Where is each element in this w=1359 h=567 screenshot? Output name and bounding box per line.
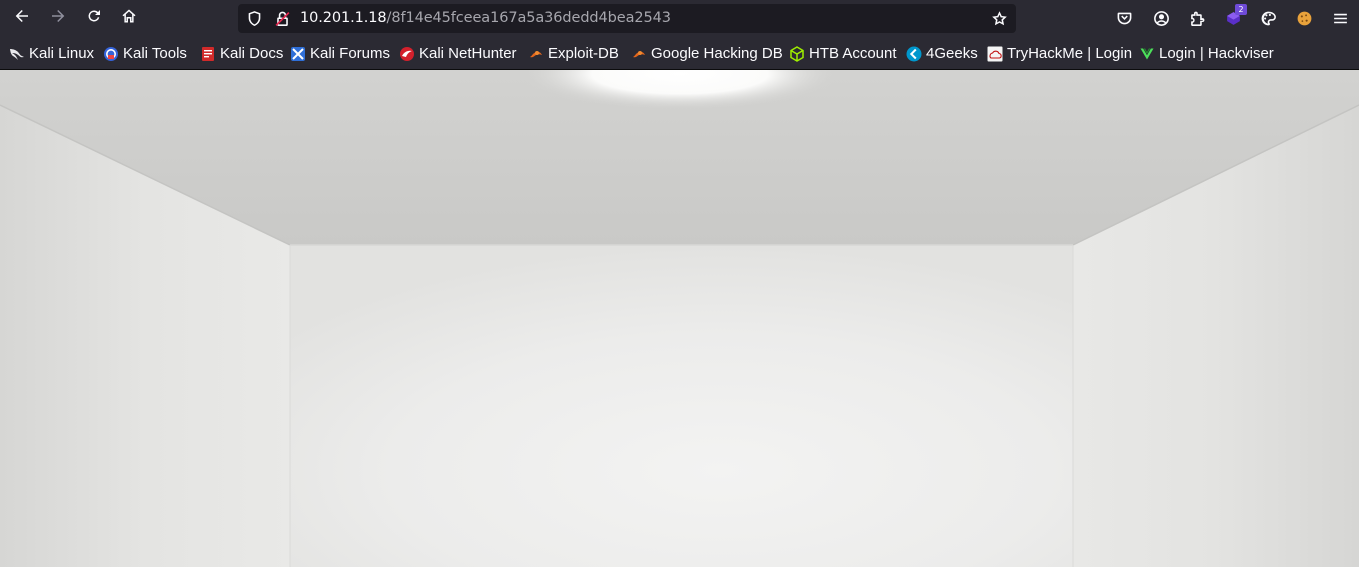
url-host: 10.201.1.18: [300, 10, 387, 26]
bookmark-label: Kali Tools: [123, 45, 187, 62]
bookmark-kali-linux[interactable]: Kali Linux: [9, 44, 94, 63]
kali-tools-icon: [103, 46, 119, 62]
insecure-lock-icon[interactable]: [274, 10, 291, 27]
reload-icon: [86, 8, 102, 28]
bookmark-label: Google Hacking DB: [651, 45, 783, 62]
bookmarks-toolbar: Kali Linux Kali Tools Kali Docs Kali For…: [0, 37, 1359, 70]
bookmark-label: 4Geeks: [926, 45, 978, 62]
browser-toolbar: 10.201.1.18/8f14e45fceea167a5a36dedd4bea…: [0, 0, 1359, 37]
home-button[interactable]: [114, 4, 144, 32]
bookmark-tryhackme[interactable]: TryHackMe | Login: [987, 44, 1132, 63]
bookmark-kali-docs[interactable]: Kali Docs: [200, 44, 283, 63]
kali-docs-icon: [200, 46, 216, 62]
kali-nethunter-icon: [399, 46, 415, 62]
4geeks-icon: [906, 46, 922, 62]
palette-icon[interactable]: [1258, 8, 1278, 28]
url-bar[interactable]: 10.201.1.18/8f14e45fceea167a5a36dedd4bea…: [238, 4, 1016, 33]
url-text[interactable]: 10.201.1.18/8f14e45fceea167a5a36dedd4bea…: [300, 10, 671, 26]
back-button[interactable]: [7, 4, 37, 32]
bookmark-star-icon[interactable]: [991, 10, 1008, 27]
bookmark-kali-tools[interactable]: Kali Tools: [103, 44, 187, 63]
extension-badge: 2: [1235, 4, 1247, 15]
arrow-left-icon: [14, 8, 30, 28]
empty-white-room-image: [0, 70, 1359, 567]
tracking-protection-shield-icon[interactable]: [246, 10, 263, 27]
bookmark-4geeks[interactable]: 4Geeks: [906, 44, 978, 63]
hamburger-menu-icon[interactable]: [1330, 8, 1350, 28]
reload-button[interactable]: [79, 4, 109, 32]
page-content: [0, 70, 1359, 567]
bookmark-label: Exploit-DB: [548, 45, 619, 62]
forward-button[interactable]: [43, 4, 73, 32]
htb-cube-icon: [789, 45, 805, 62]
extension-puzzle-purple-icon[interactable]: 2: [1223, 4, 1247, 28]
tryhackme-icon: [987, 46, 1003, 62]
bookmark-google-hacking-db[interactable]: Google Hacking DB: [631, 44, 783, 63]
cookie-icon[interactable]: [1294, 8, 1314, 28]
url-path: /8f14e45fceea167a5a36dedd4bea2543: [386, 10, 671, 26]
exploit-db-icon: [528, 46, 544, 62]
bookmark-htb-account[interactable]: HTB Account: [789, 44, 897, 63]
arrow-right-icon: [50, 8, 66, 28]
home-icon: [121, 8, 137, 28]
hackviser-icon: [1139, 46, 1155, 62]
extensions-icon[interactable]: [1187, 8, 1207, 28]
bookmark-label: Kali NetHunter: [419, 45, 517, 62]
pocket-icon[interactable]: [1114, 8, 1134, 28]
account-icon[interactable]: [1151, 8, 1171, 28]
bookmark-exploit-db[interactable]: Exploit-DB: [528, 44, 619, 63]
bookmark-label: Login | Hackviser: [1159, 45, 1274, 62]
bookmark-label: Kali Linux: [29, 45, 95, 62]
bookmark-label: HTB Account: [809, 45, 897, 62]
bookmark-kali-forums[interactable]: Kali Forums: [290, 44, 390, 63]
google-hacking-db-icon: [631, 46, 647, 62]
bookmark-kali-nethunter[interactable]: Kali NetHunter: [399, 44, 517, 63]
kali-forums-icon: [290, 46, 306, 62]
kali-dragon-icon: [9, 46, 25, 62]
bookmark-label: TryHackMe | Login: [1007, 45, 1133, 62]
bookmark-label: Kali Forums: [310, 45, 391, 62]
bookmark-label: Kali Docs: [220, 45, 284, 62]
bookmark-hackviser[interactable]: Login | Hackviser: [1139, 44, 1274, 63]
